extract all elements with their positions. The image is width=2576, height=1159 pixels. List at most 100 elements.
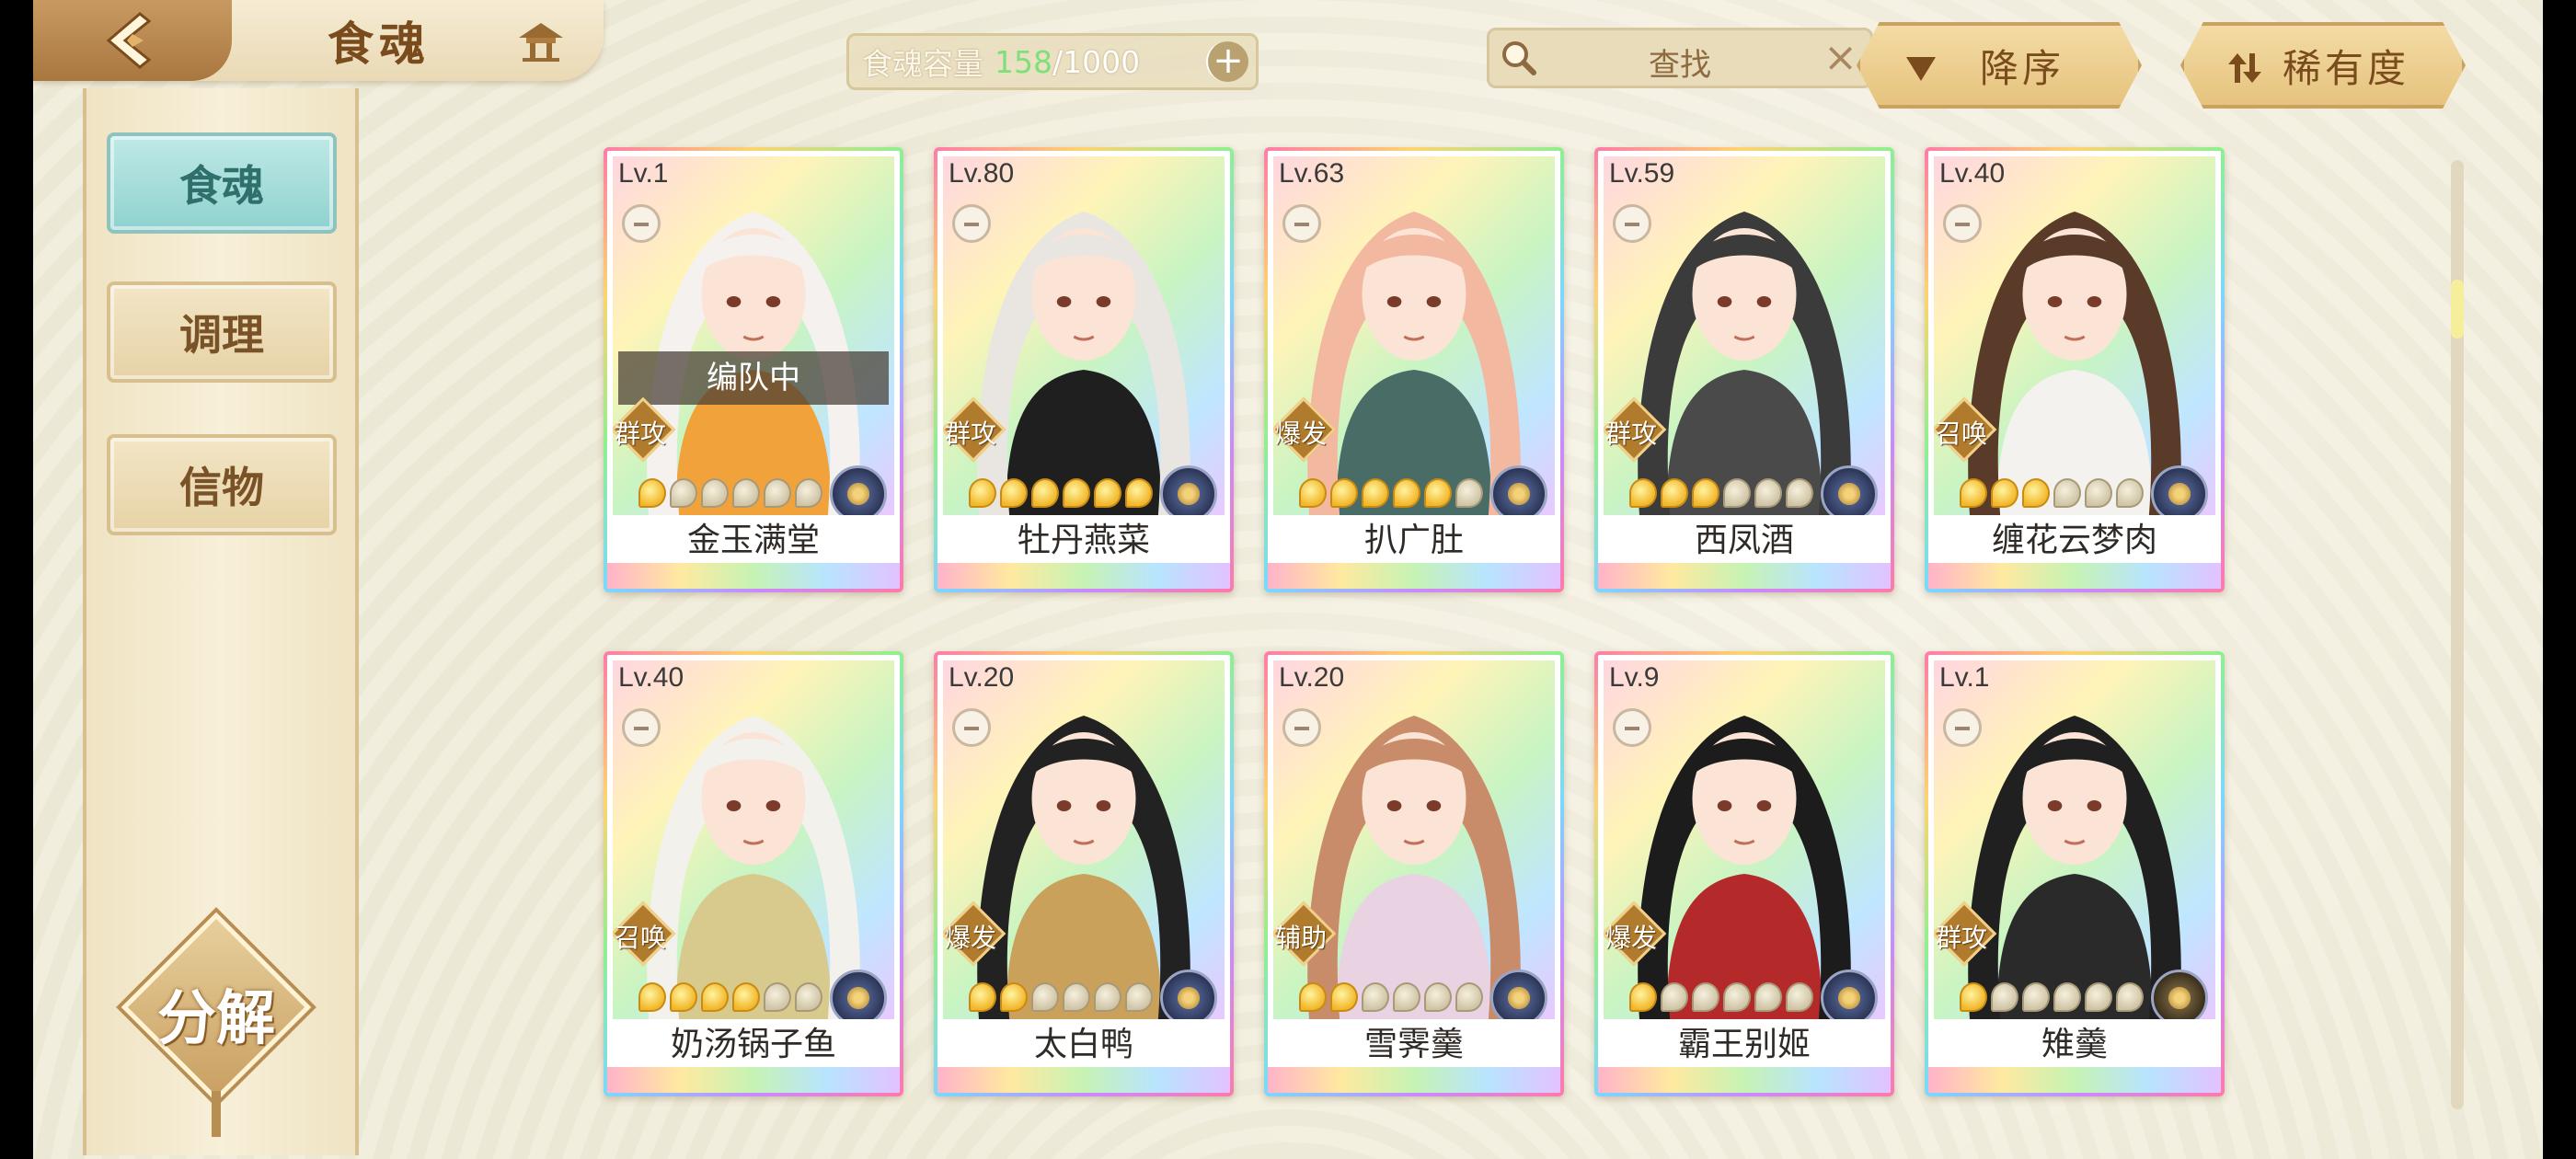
star-rating-icon [1299,478,1327,508]
star-rating-icon [1455,982,1483,1012]
star-rating-icon [1330,982,1358,1012]
sidebar-tab-cooking[interactable]: 调理 [107,281,337,383]
star-rating-icon [1455,478,1483,508]
back-arrow-icon [106,12,152,69]
sidebar-tab-label: 调理 [179,310,264,360]
character-portrait: Lv.20 辅助 [1273,660,1555,1019]
rarity-frame-footer [607,1067,900,1093]
rarity-frame-footer [937,1067,1230,1093]
star-rating-icon [969,478,996,508]
star-rating-icon [701,478,729,508]
food-soul-card[interactable]: Lv.63 爆发 扒广肚 [1264,147,1564,592]
element-emblem-icon [1490,970,1547,1019]
star-rating-icon [1094,982,1121,1012]
character-portrait: Lv.9 爆发 [1604,660,1885,1019]
capacity-label: 食魂容量 [862,46,983,82]
page-title: 食魂 [328,17,431,71]
star-rating-icon [1754,982,1782,1012]
sort-order-button[interactable]: 降序 [1857,22,2142,109]
element-emblem-icon [2151,970,2208,1019]
character-portrait: Lv.20 爆发 [943,660,1225,1019]
star-rating-icon [2022,982,2050,1012]
star-rating [1960,478,2144,508]
star-rating-icon [1991,478,2018,508]
sort-order-label: 降序 [1979,45,2064,91]
star-rating-icon [2053,982,2081,1012]
star-rating-icon [638,982,666,1012]
food-soul-card[interactable]: Lv.59 群攻 西凤酒 [1594,147,1894,592]
food-soul-card[interactable]: Lv.1 编队中 群攻 金玉满堂 [604,147,903,592]
food-soul-card[interactable]: Lv.20 爆发 太白鸭 [934,651,1234,1096]
star-rating-icon [1362,982,1389,1012]
food-soul-name: 雉羹 [2041,1026,2108,1063]
role-badge: 爆发 [943,901,1018,971]
food-soul-name: 牡丹燕菜 [1017,522,1150,559]
star-rating-icon [2085,982,2112,1012]
level-label: Lv.80 [949,158,1015,189]
level-label: Lv.20 [949,662,1015,693]
home-button[interactable] [512,13,570,68]
star-rating-icon [1000,478,1028,508]
back-button[interactable] [33,0,232,81]
star-rating-icon [1424,478,1452,508]
food-soul-card[interactable]: Lv.9 爆发霸王别姬 [1594,651,1894,1096]
star-rating [1629,982,1813,1012]
grid-scrollbar[interactable] [2451,160,2464,1109]
star-rating-icon [1393,478,1420,508]
star-rating-icon [701,982,729,1012]
mood-icon [952,708,991,747]
food-soul-name: 金玉满堂 [686,522,820,559]
star-rating-icon [1094,478,1121,508]
star-rating-icon [1125,982,1153,1012]
game-screen: 食魂 食魂容量 158 /1000 + 查找 × 降序 稀有度 食魂 调理 信物… [33,0,2543,1159]
rarity-frame-footer [1268,1067,1560,1093]
rarity-frame-footer [607,563,900,589]
mood-icon [622,204,661,243]
sort-swap-icon [2228,53,2261,83]
food-soul-name: 西凤酒 [1694,522,1794,559]
search-box[interactable]: 查找 × [1487,28,1873,88]
star-rating-icon [638,478,666,508]
character-portrait: Lv.1 群攻 [1934,660,2215,1019]
sort-by-rarity-button[interactable]: 稀有度 [2180,22,2466,109]
food-soul-name: 霸王别姬 [1677,1026,1811,1063]
top-title-bar: 食魂 [33,0,604,81]
food-soul-card[interactable]: Lv.80 群攻牡丹燕菜 [934,147,1234,592]
star-rating-icon [1991,982,2018,1012]
sidebar-tab-food-soul[interactable]: 食魂 [107,132,337,234]
star-rating-icon [1723,478,1751,508]
clear-search-icon[interactable]: × [1823,36,1857,80]
role-label: 爆发 [1275,419,1328,449]
in-team-banner: 编队中 [618,351,889,405]
element-emblem-icon [1821,970,1878,1019]
role-label: 群攻 [615,419,667,449]
role-badge: 群攻 [1604,396,1679,467]
star-rating-icon [2022,478,2050,508]
star-rating-icon [1960,478,1987,508]
role-badge: 群攻 [1934,901,2009,971]
star-rating [638,982,822,1012]
star-rating-icon [1786,982,1813,1012]
food-soul-card[interactable]: Lv.40 召唤 奶汤锅子鱼 [604,651,903,1096]
star-rating [1299,478,1483,508]
food-soul-card[interactable]: Lv.40 召唤 缠花云梦肉 [1925,147,2225,592]
role-badge: 群攻 [613,396,688,467]
food-soul-card[interactable]: Lv.20 辅助 雪霁羹 [1264,651,1564,1096]
level-label: Lv.1 [1939,662,1990,693]
character-portrait: Lv.40 召唤 [1934,156,2215,515]
expand-capacity-button[interactable]: + [1206,41,1248,82]
role-label: 群攻 [1936,923,1988,953]
element-emblem-icon [1160,970,1217,1019]
star-rating-icon [764,478,791,508]
sidebar-tab-tokens[interactable]: 信物 [107,434,337,535]
food-soul-name: 扒广肚 [1363,522,1464,559]
decompose-button[interactable]: 分解 [121,912,312,1137]
food-soul-card[interactable]: Lv.1 群攻雉羹 [1925,651,2225,1096]
role-label: 爆发 [945,923,997,953]
star-rating-icon [1424,982,1452,1012]
role-label: 群攻 [945,419,997,449]
element-emblem-icon [1160,465,1217,515]
scrollbar-thumb[interactable] [2451,280,2464,339]
mood-icon [1943,708,1982,747]
role-label: 召唤 [615,923,667,953]
